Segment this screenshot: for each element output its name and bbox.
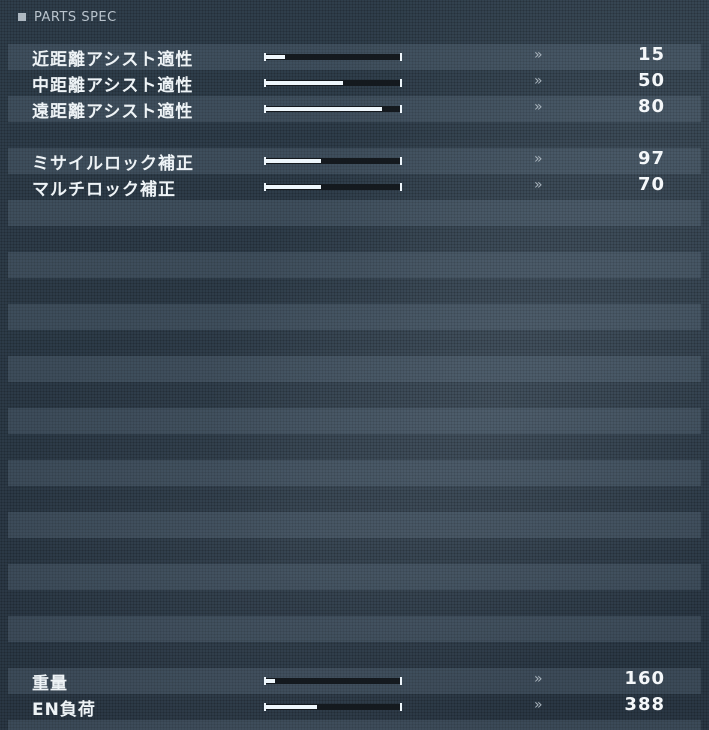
spec-gauge <box>264 677 402 685</box>
spec-row-long-assist: 遠距離アシスト適性 » 80 <box>8 96 701 122</box>
gauge-tick-right <box>400 53 402 61</box>
gauge-fill <box>265 185 321 189</box>
row-stripes <box>8 44 701 730</box>
gauge-tick-left <box>264 157 266 165</box>
spec-value: 70 <box>637 174 665 195</box>
spec-label: マルチロック補正 <box>32 180 176 200</box>
spec-label: 遠距離アシスト適性 <box>32 102 194 122</box>
gauge-tick-left <box>264 703 266 711</box>
square-bullet-icon <box>18 13 26 21</box>
spec-gauge <box>264 105 402 113</box>
spec-label: 中距離アシスト適性 <box>32 76 194 96</box>
gauge-fill <box>265 159 321 163</box>
gauge-fill <box>265 107 382 111</box>
spec-gauge <box>264 183 402 191</box>
double-chevron-icon: » <box>534 177 542 193</box>
double-chevron-icon: » <box>534 73 542 89</box>
spec-value: 50 <box>637 70 665 91</box>
double-chevron-icon: » <box>534 47 542 63</box>
gauge-tick-right <box>400 183 402 191</box>
spec-row-multi-lock: マルチロック補正 » 70 <box>8 174 701 200</box>
gauge-fill <box>265 705 317 709</box>
panel-title: PARTS SPEC <box>34 9 117 25</box>
spec-label: 近距離アシスト適性 <box>32 50 194 70</box>
spec-label: ミサイルロック補正 <box>32 154 194 174</box>
spec-gauge <box>264 79 402 87</box>
spec-row-mid-assist: 中距離アシスト適性 » 50 <box>8 70 701 96</box>
spec-gauge <box>264 703 402 711</box>
spec-value: 160 <box>624 668 665 689</box>
spec-row-missile-lock: ミサイルロック補正 » 97 <box>8 148 701 174</box>
gauge-tick-left <box>264 53 266 61</box>
gauge-fill <box>265 55 286 59</box>
gauge-tick-right <box>400 79 402 87</box>
spec-gauge <box>264 53 402 61</box>
spec-value: 97 <box>637 148 665 169</box>
panel-header: PARTS SPEC <box>18 9 117 25</box>
spec-label: 重量 <box>32 674 68 694</box>
gauge-tick-right <box>400 677 402 685</box>
gauge-tick-left <box>264 677 266 685</box>
spec-row-close-assist: 近距離アシスト適性 » 15 <box>8 44 701 70</box>
spec-value: 15 <box>637 44 665 65</box>
spec-label: EN負荷 <box>32 700 96 720</box>
double-chevron-icon: » <box>534 99 542 115</box>
double-chevron-icon: » <box>534 671 542 687</box>
gauge-tick-left <box>264 105 266 113</box>
gauge-tick-right <box>400 703 402 711</box>
gauge-fill <box>265 679 275 683</box>
spec-value: 80 <box>637 96 665 117</box>
gauge-tick-right <box>400 157 402 165</box>
double-chevron-icon: » <box>534 151 542 167</box>
gauge-tick-left <box>264 79 266 87</box>
gauge-fill <box>265 81 343 85</box>
spec-gauge <box>264 157 402 165</box>
spec-row-weight: 重量 » 160 <box>8 668 701 694</box>
gauge-tick-right <box>400 105 402 113</box>
double-chevron-icon: » <box>534 697 542 713</box>
gauge-tick-left <box>264 183 266 191</box>
spec-row-en-load: EN負荷 » 388 <box>8 694 701 720</box>
spec-value: 388 <box>624 694 665 715</box>
